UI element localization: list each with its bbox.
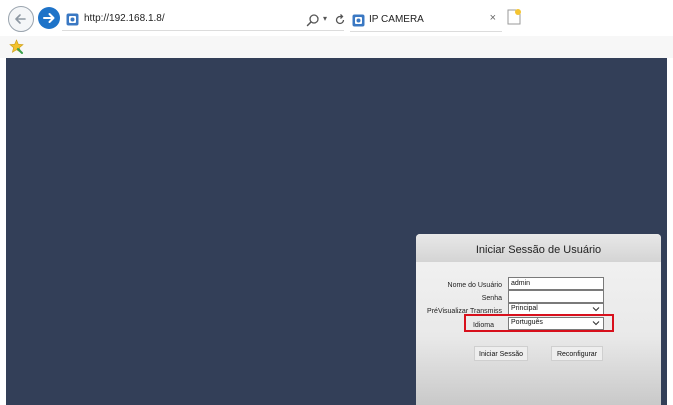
browser-tab[interactable]: IP CAMERA × bbox=[350, 9, 502, 32]
browser-toolbar: http://192.168.1.8/ ▾ IP CAMERA × bbox=[0, 0, 673, 36]
language-highlight-box bbox=[464, 314, 614, 332]
back-arrow-icon bbox=[15, 14, 26, 24]
back-button[interactable] bbox=[8, 6, 34, 32]
address-bar[interactable]: http://192.168.1.8/ ▾ bbox=[62, 10, 346, 31]
forward-button[interactable] bbox=[38, 7, 60, 29]
chevron-down-icon bbox=[592, 307, 600, 312]
password-input[interactable] bbox=[508, 290, 604, 303]
tab-close-button[interactable]: × bbox=[490, 12, 496, 24]
username-label: Nome do Usuário bbox=[447, 282, 502, 289]
login-panel-header: Iniciar Sessão de Usuário bbox=[416, 234, 661, 262]
stream-select-value: Principal bbox=[511, 305, 538, 312]
new-tab-icon[interactable] bbox=[506, 8, 522, 26]
favorites-bar bbox=[0, 36, 673, 58]
page-viewport: Iniciar Sessão de Usuário Nome do Usuári… bbox=[6, 58, 667, 405]
reset-button[interactable]: Reconfigurar bbox=[551, 346, 603, 361]
login-panel: Iniciar Sessão de Usuário Nome do Usuári… bbox=[416, 234, 661, 405]
tab-title: IP CAMERA bbox=[369, 14, 424, 25]
url-text[interactable]: http://192.168.1.8/ bbox=[84, 13, 165, 24]
page-favicon-icon bbox=[66, 13, 79, 26]
login-title: Iniciar Sessão de Usuário bbox=[475, 244, 602, 256]
login-button[interactable]: Iniciar Sessão bbox=[474, 346, 528, 361]
favorites-star-icon[interactable] bbox=[9, 39, 24, 54]
password-label: Senha bbox=[481, 295, 502, 302]
username-input[interactable] bbox=[508, 277, 604, 290]
browser-window: http://192.168.1.8/ ▾ IP CAMERA × Inicia… bbox=[0, 0, 673, 405]
search-icon[interactable] bbox=[306, 13, 320, 27]
forward-arrow-icon bbox=[43, 13, 55, 23]
tab-favicon-icon bbox=[352, 14, 365, 27]
refresh-icon[interactable] bbox=[334, 13, 346, 27]
address-dropdown-icon[interactable]: ▾ bbox=[323, 14, 327, 23]
